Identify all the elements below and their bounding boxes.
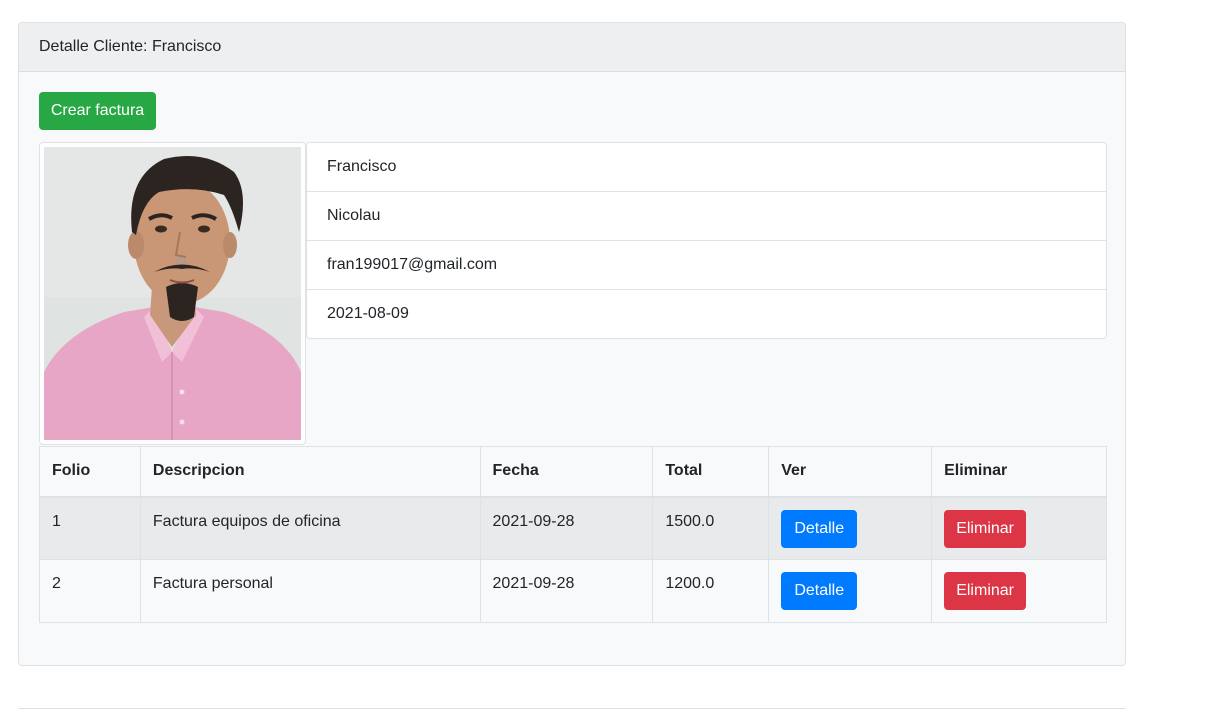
cell-fecha: 2021-09-28 — [479, 496, 654, 560]
cell-ver: Detalle — [768, 496, 933, 560]
cell-total: 1500.0 — [652, 496, 770, 560]
footer-divider — [18, 708, 1126, 709]
cell-eliminar: Eliminar — [931, 559, 1107, 623]
column-header-total: Total — [652, 446, 770, 498]
table-header-row: Folio Descripcion Fecha Total Ver Elimin… — [39, 446, 1107, 498]
client-email: fran199017@gmail.com — [307, 241, 1106, 290]
client-surname: Nicolau — [307, 192, 1106, 241]
column-header-eliminar: Eliminar — [931, 446, 1107, 498]
delete-button[interactable]: Eliminar — [944, 509, 1027, 548]
cell-fecha: 2021-09-28 — [479, 559, 654, 623]
column-header-ver: Ver — [768, 446, 933, 498]
client-photo-frame — [39, 142, 306, 445]
column-header-folio: Folio — [39, 446, 141, 498]
table-row: 1 Factura equipos de oficina 2021-09-28 … — [39, 496, 1107, 560]
detail-button[interactable]: Detalle — [781, 509, 858, 548]
cell-eliminar: Eliminar — [931, 496, 1107, 560]
client-name: Francisco — [307, 143, 1106, 192]
create-invoice-button[interactable]: Crear factura — [39, 92, 156, 130]
client-info-list: Francisco Nicolau fran199017@gmail.com 2… — [306, 142, 1107, 339]
table-row: 2 Factura personal 2021-09-28 1200.0 Det… — [39, 559, 1107, 623]
cell-total: 1200.0 — [652, 559, 770, 623]
client-date: 2021-08-09 — [327, 304, 409, 322]
client-photo — [44, 147, 301, 440]
cell-ver: Detalle — [768, 559, 933, 623]
client-detail-card: Detalle Cliente: Francisco Crear factura — [18, 22, 1126, 666]
detail-button[interactable]: Detalle — [781, 572, 858, 610]
card-header: Detalle Cliente: Francisco — [19, 23, 1125, 72]
invoices-table: Folio Descripcion Fecha Total Ver Elimin… — [39, 446, 1107, 623]
cell-folio: 2 — [39, 559, 141, 623]
cell-descripcion: Factura personal — [139, 559, 481, 623]
column-header-fecha: Fecha — [479, 446, 654, 498]
column-header-descripcion: Descripcion — [139, 446, 481, 498]
delete-button[interactable]: Eliminar — [944, 572, 1027, 610]
cell-descripcion: Factura equipos de oficina — [139, 496, 481, 560]
cell-folio: 1 — [39, 496, 141, 560]
